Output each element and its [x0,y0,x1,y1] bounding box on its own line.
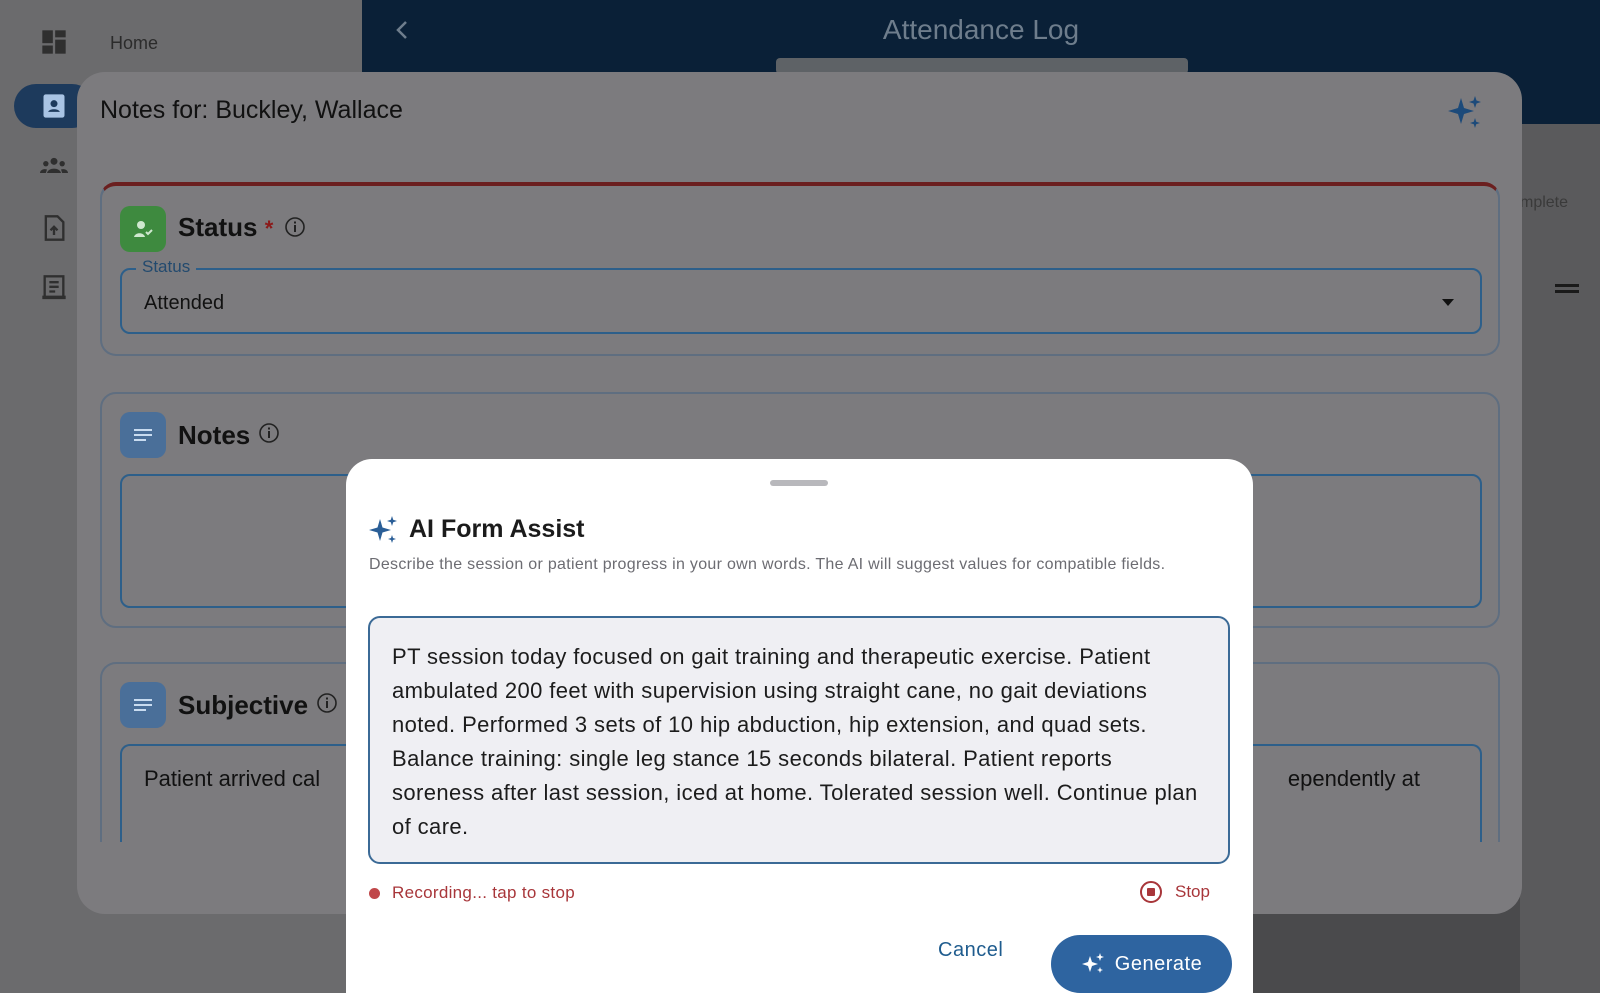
sidebar-home-label[interactable]: Home [110,33,158,54]
status-field-label: Status [136,257,197,277]
generate-button[interactable]: Generate [1051,935,1232,993]
sparkle-icon [369,516,397,543]
status-select[interactable]: Status Attended [120,257,1482,334]
lines-icon [134,699,152,711]
person-check-icon [134,221,153,237]
complete-label: mplete [1520,194,1569,211]
stop-icon [1140,881,1162,903]
dashboard-icon[interactable] [40,28,68,56]
modal-title: AI Form Assist [409,515,585,543]
recording-status[interactable]: Recording... tap to stop [392,883,575,903]
subjective-text-left: Patient arrived cal [144,766,321,791]
cancel-button[interactable]: Cancel [938,939,1003,962]
recording-indicator [369,888,380,899]
stop-label: Stop [1175,882,1210,901]
drag-handle[interactable] [770,480,828,486]
info-icon[interactable] [316,692,338,714]
file-upload-icon[interactable] [40,214,68,242]
notes-card-title: Notes [178,420,251,450]
sparkle-icon[interactable] [1447,94,1483,130]
subjective-card-title: Subjective [178,690,309,720]
group-icon[interactable] [40,152,68,180]
ai-form-assist-modal: AI Form Assist Describe the session or p… [346,459,1253,993]
modal-description: Describe the session or patient progress… [369,556,1166,573]
stop-button[interactable]: Stop [1139,875,1210,909]
chevron-down-icon [1442,299,1454,306]
prompt-textarea[interactable]: PT session today focused on gait trainin… [368,616,1230,864]
info-icon[interactable] [284,216,306,238]
right-panel: mplete [1520,124,1600,993]
subjective-text-right: ependently at [1287,766,1420,791]
info-icon[interactable] [258,422,280,444]
status-card-title: Status * [178,212,274,242]
required-mark: * [264,216,274,241]
contact-card-icon [43,94,65,118]
page-title: Attendance Log [882,14,1080,45]
sheet-title: Notes for: Buckley, Wallace [100,96,403,124]
sparkle-icon [1081,953,1104,973]
subjective-badge [120,682,166,728]
menu-icon[interactable] [1555,284,1579,294]
status-badge [120,206,166,252]
lines-icon [134,429,152,441]
generate-label: Generate [1114,952,1203,975]
status-field-value: Attended [144,292,225,314]
status-card: Status * Status Attended [100,182,1500,356]
notes-badge [120,412,166,458]
report-icon[interactable] [40,274,68,302]
